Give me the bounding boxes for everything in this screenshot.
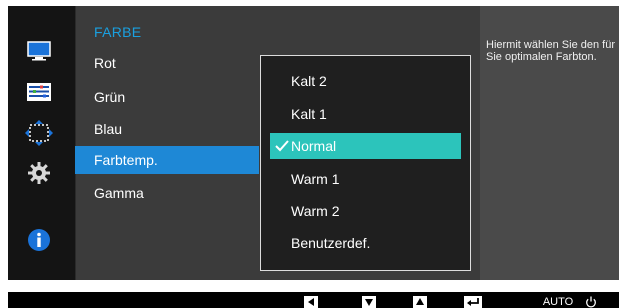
menu-item-gruen[interactable]: Grün: [75, 83, 259, 111]
auto-button[interactable]: AUTO: [541, 296, 575, 308]
size-position-icon[interactable]: [24, 118, 54, 148]
menu-item-rot[interactable]: Rot: [75, 49, 259, 77]
option-label: Kalt 1: [291, 106, 327, 122]
option-label: Warm 2: [291, 203, 340, 219]
setup-icon[interactable]: [24, 158, 54, 188]
picture-icon[interactable]: [24, 36, 54, 66]
option-warm-2[interactable]: Warm 2: [270, 198, 461, 224]
menu-header: FARBE: [94, 24, 142, 40]
left-arrow-icon[interactable]: [304, 296, 318, 308]
help-text: Hiermit wählen Sie den für Sie optimalen…: [486, 39, 616, 63]
option-label: Benutzerdef.: [291, 235, 371, 251]
power-icon[interactable]: [584, 296, 598, 308]
down-arrow-icon[interactable]: [362, 296, 376, 308]
checkmark-icon: [275, 133, 289, 159]
auto-label: AUTO: [542, 296, 574, 308]
up-arrow-icon[interactable]: [413, 296, 427, 308]
option-kalt-2[interactable]: Kalt 2: [270, 68, 461, 94]
menu-item-farbtemp[interactable]: Farbtemp.: [75, 146, 259, 174]
enter-icon[interactable]: [464, 296, 482, 308]
option-label: Warm 1: [291, 171, 340, 187]
option-normal[interactable]: Normal: [270, 133, 461, 159]
option-label: Kalt 2: [291, 73, 327, 89]
menu-item-gamma[interactable]: Gamma: [75, 179, 259, 207]
option-label: Normal: [291, 138, 337, 154]
menu-divider: [75, 6, 76, 280]
option-kalt-1[interactable]: Kalt 1: [270, 101, 461, 127]
option-benutzerdef[interactable]: Benutzerdef.: [270, 230, 461, 256]
menu-panel: [75, 6, 259, 280]
color-icon[interactable]: [24, 77, 54, 107]
information-icon[interactable]: [24, 225, 54, 255]
option-warm-1[interactable]: Warm 1: [270, 166, 461, 192]
menu-item-blau[interactable]: Blau: [75, 115, 259, 143]
